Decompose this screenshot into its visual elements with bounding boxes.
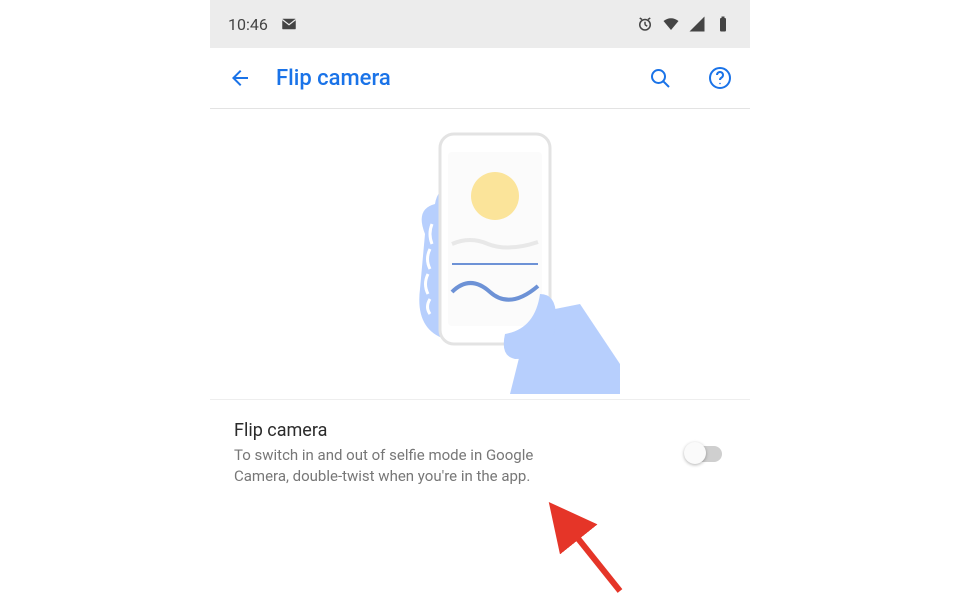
setting-description: To switch in and out of selfie mode in G…	[234, 445, 534, 487]
alarm-icon	[636, 15, 654, 33]
status-time: 10:46	[228, 15, 268, 34]
mail-icon	[280, 15, 298, 33]
status-bar: 10:46	[210, 0, 750, 48]
battery-icon	[714, 15, 732, 33]
illustration	[210, 109, 750, 399]
app-header: Flip camera	[210, 48, 750, 109]
setting-title: Flip camera	[234, 420, 666, 441]
flip-camera-toggle[interactable]	[686, 445, 726, 463]
wifi-icon	[662, 15, 680, 33]
back-button[interactable]	[226, 64, 254, 92]
page-title: Flip camera	[276, 66, 614, 91]
phone-frame: 10:46 Flip camera	[210, 0, 750, 600]
setting-text-block: Flip camera To switch in and out of self…	[234, 420, 666, 487]
signal-icon	[688, 15, 706, 33]
help-button[interactable]	[706, 64, 734, 92]
flip-camera-setting-row[interactable]: Flip camera To switch in and out of self…	[210, 399, 750, 507]
search-button[interactable]	[646, 64, 674, 92]
annotation-arrow	[530, 496, 630, 600]
